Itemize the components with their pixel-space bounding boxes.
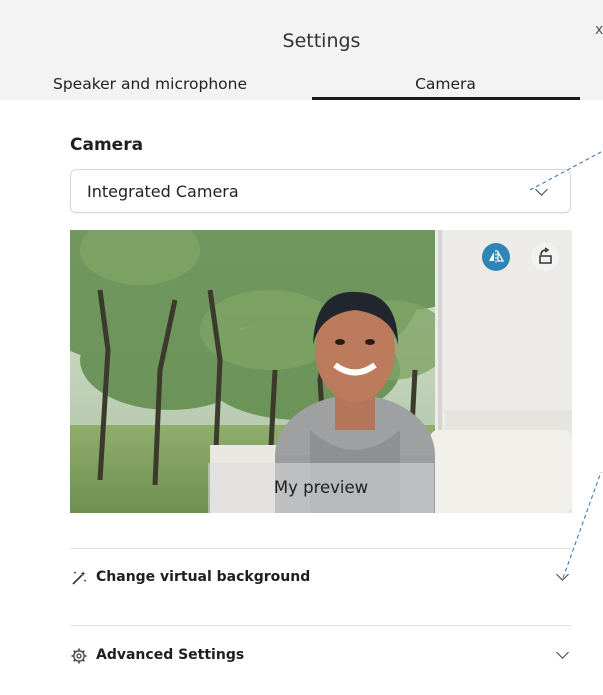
- change-virtual-background-expander[interactable]: Change virtual background: [70, 560, 572, 596]
- chevron-down-icon: [556, 646, 569, 659]
- rotate-icon: [539, 247, 552, 264]
- mirror-icon: [489, 249, 505, 264]
- selected-tab-indicator: [312, 97, 580, 100]
- camera-select[interactable]: Integrated Camera: [70, 169, 571, 213]
- gear-icon: [71, 648, 87, 664]
- close-icon[interactable]: x: [595, 22, 603, 38]
- camera-select-value: Integrated Camera: [87, 182, 239, 201]
- rotate-button[interactable]: [531, 243, 559, 271]
- tab-speaker-and-microphone[interactable]: Speaker and microphone: [53, 75, 247, 93]
- divider: [70, 625, 572, 626]
- dialog-title: Settings: [282, 30, 361, 52]
- camera-preview: My preview: [70, 230, 572, 513]
- advanced-settings-expander[interactable]: Advanced Settings: [70, 638, 572, 674]
- divider: [70, 548, 572, 549]
- callout-line-background: [562, 471, 602, 579]
- preview-label: My preview: [273, 478, 369, 497]
- camera-section-label: Camera: [70, 135, 144, 155]
- tab-camera[interactable]: Camera: [312, 75, 579, 93]
- advanced-settings-label: Advanced Settings: [96, 647, 245, 663]
- change-virtual-background-label: Change virtual background: [96, 569, 311, 585]
- mirror-button[interactable]: [482, 243, 510, 271]
- callout-line-dropdown: [529, 151, 602, 191]
- magic-wand-icon: [72, 571, 87, 585]
